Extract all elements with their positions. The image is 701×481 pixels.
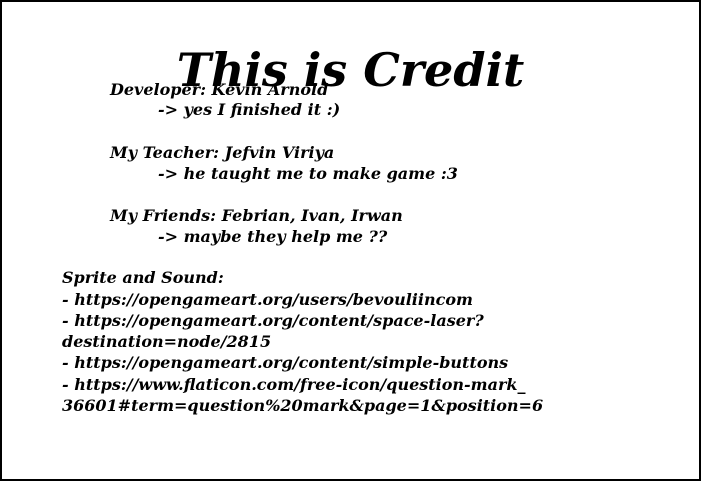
credits-title: This is Credit <box>176 42 525 97</box>
source-link-space-laser-cont: destination=node/2815 <box>62 332 272 351</box>
friends-heading: My Friends: Febrian, Ivan, Irwan <box>110 206 403 225</box>
teacher-heading: My Teacher: Jefvin Viriya <box>110 143 335 162</box>
source-link-question-mark-cont: 36601#term=question%20mark&page=1&positi… <box>62 396 544 415</box>
source-link-bevouliin: - https://opengameart.org/users/bevoulii… <box>62 290 473 309</box>
sources-heading: Sprite and Sound: <box>62 268 224 287</box>
source-link-question-mark: - https://www.flaticon.com/free-icon/que… <box>62 375 526 394</box>
source-link-simple-buttons: - https://opengameart.org/content/simple… <box>62 353 509 372</box>
teacher-note: -> he taught me to make game :3 <box>158 164 458 183</box>
developer-heading: Developer: Kevin Arnold <box>110 80 329 99</box>
friends-note: -> maybe they help me ?? <box>158 227 388 246</box>
source-link-space-laser: - https://opengameart.org/content/space-… <box>62 311 484 330</box>
developer-note: -> yes I finished it :) <box>158 100 341 119</box>
